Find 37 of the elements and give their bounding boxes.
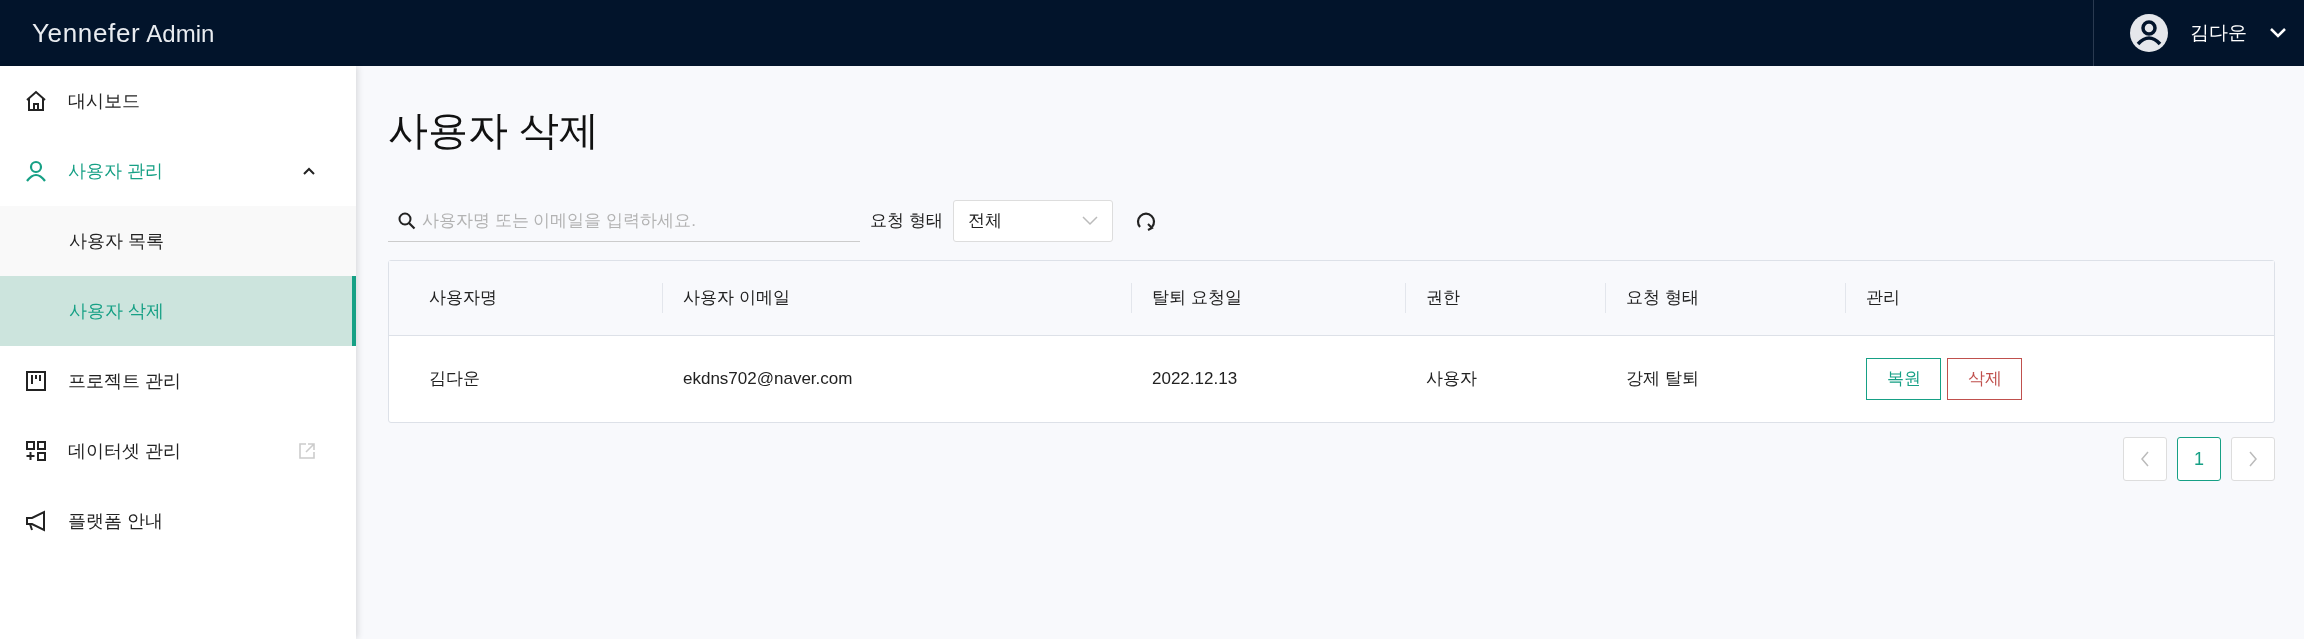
column-header: 권한 [1426, 287, 1460, 310]
sidebar-item[interactable]: 플랫폼 안내 [0, 486, 356, 556]
table-cell: 강제 탈퇴 [1626, 369, 1699, 389]
chevron-left-icon [2140, 451, 2150, 467]
delete-button[interactable]: 삭제 [1947, 358, 2022, 400]
chevron-right-icon [2248, 451, 2258, 467]
person-icon [24, 159, 48, 183]
sidebar-item[interactable]: 프로젝트 관리 [0, 346, 356, 416]
column-header: 관리 [1866, 287, 1900, 310]
sidebar-item[interactable]: 데이터셋 관리 [0, 416, 356, 486]
avatar-icon[interactable] [2130, 14, 2168, 52]
grid-plus-icon [24, 439, 48, 463]
table-cell: 김다운 [429, 369, 480, 389]
request-type-select[interactable]: 전체 [952, 200, 1113, 242]
chevron-down-icon [1081, 216, 1098, 226]
logo-text: Yennefer [32, 16, 141, 50]
board-icon [24, 369, 48, 393]
user-name[interactable]: 김다운 [2190, 18, 2247, 48]
table-cell: 사용자 [1426, 369, 1477, 389]
column-header: 사용자 이메일 [683, 287, 790, 310]
column-header: 탈퇴 요청일 [1152, 287, 1242, 310]
home-icon [24, 89, 48, 113]
sidebar-subitem[interactable]: 사용자 목록 [0, 206, 356, 276]
sidebar-item[interactable]: 대시보드 [0, 66, 356, 136]
logo-suffix: Admin [146, 18, 215, 49]
page-title: 사용자 삭제 [388, 107, 601, 154]
refresh-icon[interactable] [1134, 210, 1157, 232]
megaphone-icon [24, 509, 48, 533]
search-field[interactable]: 사용자명 또는 이메일을 입력하세요. [388, 200, 860, 242]
chevron-up-icon[interactable] [302, 166, 316, 176]
chevron-down-icon[interactable] [2269, 27, 2287, 39]
filter-label: 요청 형태 [870, 210, 943, 233]
column-header: 요청 형태 [1626, 287, 1699, 310]
column-header: 사용자명 [429, 287, 497, 310]
table-cell: 2022.12.13 [1152, 369, 1238, 389]
search-icon [398, 212, 416, 230]
table-cell: ekdns702@naver.com [683, 369, 853, 389]
